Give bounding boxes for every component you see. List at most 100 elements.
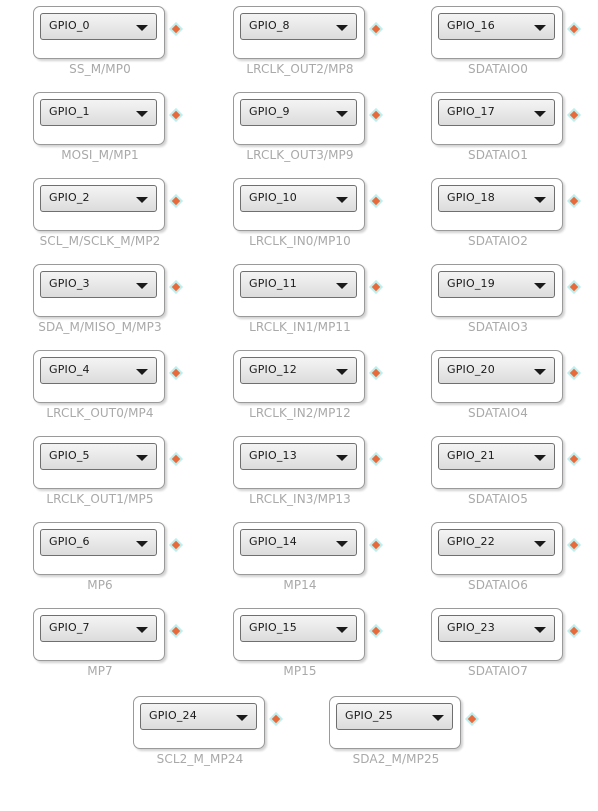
gpio-dropdown[interactable]: GPIO_16 (438, 13, 555, 40)
chevron-down-icon[interactable] (136, 369, 148, 375)
output-pin-icon[interactable] (368, 623, 384, 639)
gpio-caption: SDATAIO5 (468, 492, 528, 506)
gpio-dropdown[interactable]: GPIO_19 (438, 271, 555, 298)
output-pin-icon[interactable] (168, 623, 184, 639)
output-pin-icon[interactable] (566, 21, 582, 37)
chevron-down-icon[interactable] (432, 715, 444, 721)
gpio-dropdown[interactable]: GPIO_13 (240, 443, 357, 470)
chevron-down-icon[interactable] (136, 541, 148, 547)
chevron-down-icon[interactable] (136, 197, 148, 203)
gpio-dropdown[interactable]: GPIO_12 (240, 357, 357, 384)
chevron-down-icon[interactable] (534, 627, 546, 633)
output-pin-icon[interactable] (168, 107, 184, 123)
chevron-down-icon[interactable] (336, 369, 348, 375)
gpio-caption: SDATAIO4 (468, 406, 528, 420)
chevron-down-icon[interactable] (534, 541, 546, 547)
chevron-down-icon[interactable] (534, 197, 546, 203)
gpio-dropdown[interactable]: GPIO_15 (240, 615, 357, 642)
chevron-down-icon[interactable] (336, 541, 348, 547)
chevron-down-icon[interactable] (534, 111, 546, 117)
gpio-dropdown[interactable]: GPIO_20 (438, 357, 555, 384)
output-pin-icon[interactable] (566, 451, 582, 467)
gpio-dropdown-value: GPIO_4 (49, 363, 90, 376)
gpio-dropdown[interactable]: GPIO_4 (40, 357, 157, 384)
chevron-down-icon[interactable] (336, 627, 348, 633)
chevron-down-icon[interactable] (136, 111, 148, 117)
gpio-dropdown-value: GPIO_1 (49, 105, 90, 118)
gpio-caption: SDATAIO3 (468, 320, 528, 334)
output-pin-icon[interactable] (566, 193, 582, 209)
gpio-dropdown[interactable]: GPIO_21 (438, 443, 555, 470)
gpio-caption: LRCLK_IN1/MP11 (249, 320, 351, 334)
output-pin-icon[interactable] (168, 21, 184, 37)
gpio-dropdown-value: GPIO_17 (447, 105, 495, 118)
gpio-dropdown-value: GPIO_2 (49, 191, 90, 204)
gpio-dropdown[interactable]: GPIO_6 (40, 529, 157, 556)
output-pin-icon[interactable] (566, 537, 582, 553)
chevron-down-icon[interactable] (136, 283, 148, 289)
output-pin-icon[interactable] (168, 451, 184, 467)
output-pin-icon[interactable] (168, 193, 184, 209)
gpio-dropdown[interactable]: GPIO_1 (40, 99, 157, 126)
output-pin-icon[interactable] (368, 537, 384, 553)
gpio-dropdown-value: GPIO_24 (149, 709, 197, 722)
gpio-dropdown[interactable]: GPIO_2 (40, 185, 157, 212)
gpio-dropdown[interactable]: GPIO_8 (240, 13, 357, 40)
gpio-block: GPIO_5 (33, 436, 184, 489)
gpio-dropdown[interactable]: GPIO_7 (40, 615, 157, 642)
chevron-down-icon[interactable] (236, 715, 248, 721)
gpio-dropdown[interactable]: GPIO_0 (40, 13, 157, 40)
gpio-cell: GPIO_7 MP7 (0, 602, 200, 690)
output-pin-icon[interactable] (368, 451, 384, 467)
output-pin-icon[interactable] (268, 711, 284, 727)
chevron-down-icon[interactable] (136, 455, 148, 461)
chevron-down-icon[interactable] (336, 455, 348, 461)
gpio-block: GPIO_2 (33, 178, 184, 231)
gpio-dropdown[interactable]: GPIO_18 (438, 185, 555, 212)
gpio-dropdown[interactable]: GPIO_11 (240, 271, 357, 298)
gpio-caption: LRCLK_OUT0/MP4 (46, 406, 154, 420)
output-pin-icon[interactable] (368, 279, 384, 295)
gpio-block: GPIO_3 (33, 264, 184, 317)
output-pin-icon[interactable] (566, 623, 582, 639)
output-pin-icon[interactable] (168, 365, 184, 381)
gpio-block: GPIO_23 (431, 608, 582, 661)
output-pin-icon[interactable] (368, 193, 384, 209)
gpio-cell: GPIO_6 MP6 (0, 516, 200, 604)
gpio-cell: GPIO_5 LRCLK_OUT1/MP5 (0, 430, 200, 518)
chevron-down-icon[interactable] (336, 25, 348, 31)
output-pin-icon[interactable] (566, 279, 582, 295)
chevron-down-icon[interactable] (336, 283, 348, 289)
chevron-down-icon[interactable] (534, 283, 546, 289)
chevron-down-icon[interactable] (534, 25, 546, 31)
output-pin-icon[interactable] (464, 711, 480, 727)
gpio-dropdown[interactable]: GPIO_17 (438, 99, 555, 126)
gpio-dropdown-value: GPIO_18 (447, 191, 495, 204)
gpio-dropdown[interactable]: GPIO_22 (438, 529, 555, 556)
chevron-down-icon[interactable] (534, 455, 546, 461)
output-pin-icon[interactable] (368, 21, 384, 37)
output-pin-icon[interactable] (368, 365, 384, 381)
output-pin-icon[interactable] (168, 279, 184, 295)
gpio-dropdown[interactable]: GPIO_25 (336, 703, 453, 730)
chevron-down-icon[interactable] (336, 111, 348, 117)
chevron-down-icon[interactable] (136, 25, 148, 31)
output-pin-icon[interactable] (368, 107, 384, 123)
chevron-down-icon[interactable] (336, 197, 348, 203)
gpio-cell: GPIO_12 LRCLK_IN2/MP12 (200, 344, 400, 432)
chevron-down-icon[interactable] (534, 369, 546, 375)
output-pin-icon[interactable] (566, 107, 582, 123)
gpio-block: GPIO_16 (431, 6, 582, 59)
gpio-dropdown[interactable]: GPIO_5 (40, 443, 157, 470)
gpio-dropdown[interactable]: GPIO_10 (240, 185, 357, 212)
gpio-dropdown[interactable]: GPIO_14 (240, 529, 357, 556)
chevron-down-icon[interactable] (136, 627, 148, 633)
gpio-dropdown[interactable]: GPIO_24 (140, 703, 257, 730)
gpio-dropdown-value: GPIO_19 (447, 277, 495, 290)
gpio-block: GPIO_24 (133, 696, 284, 749)
output-pin-icon[interactable] (566, 365, 582, 381)
gpio-dropdown[interactable]: GPIO_9 (240, 99, 357, 126)
gpio-dropdown[interactable]: GPIO_3 (40, 271, 157, 298)
output-pin-icon[interactable] (168, 537, 184, 553)
gpio-dropdown[interactable]: GPIO_23 (438, 615, 555, 642)
